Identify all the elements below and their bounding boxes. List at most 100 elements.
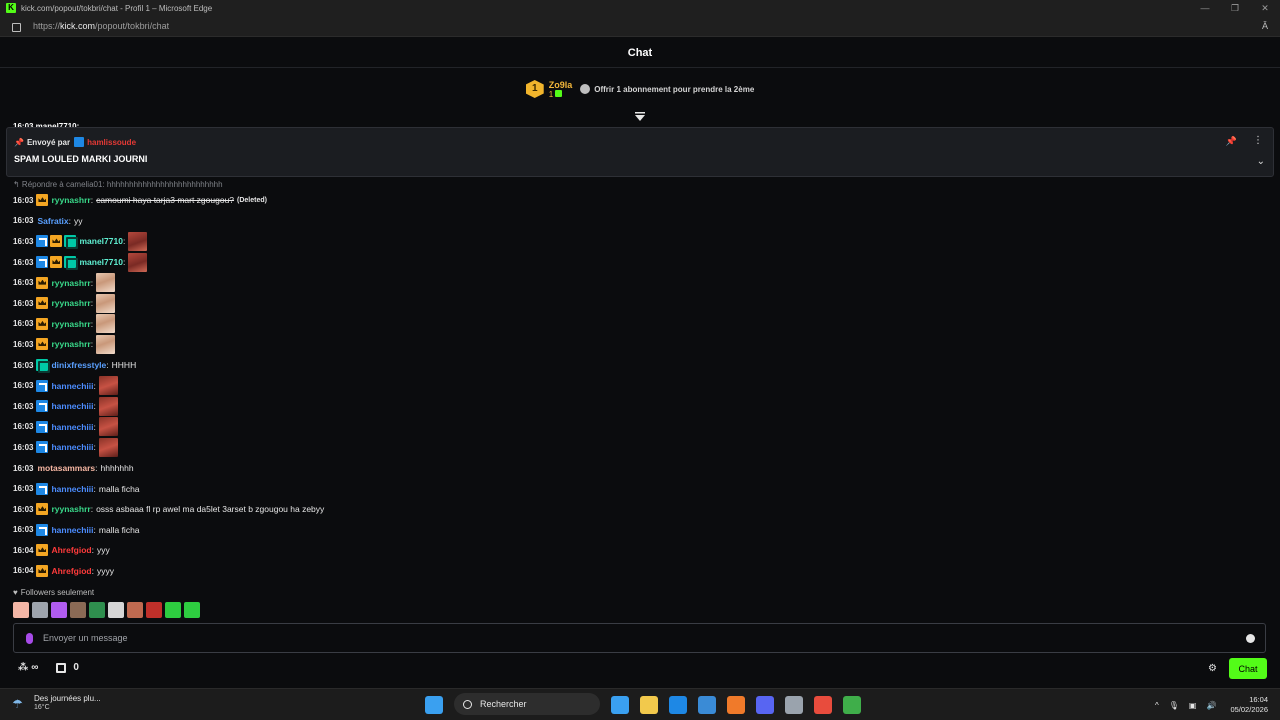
message-username[interactable]: dinixfresstyle xyxy=(51,360,106,370)
crown-badge-icon[interactable] xyxy=(36,503,49,516)
message-input[interactable] xyxy=(43,633,1246,643)
crown-badge-icon[interactable] xyxy=(36,297,49,310)
chat-message[interactable]: 16:03 ryynashrr: xyxy=(13,293,1263,314)
channel-points-icon[interactable] xyxy=(56,662,67,673)
chat-message[interactable]: 16:03 dinixfresstyle: HHHH xyxy=(13,355,1263,376)
reply-context[interactable]: ↰ Répondre à camelia01: hhhhhhhhhhhhhhhh… xyxy=(13,180,223,189)
taskbar-app-icon[interactable] xyxy=(611,696,629,714)
taskbar-app-icon[interactable] xyxy=(843,696,861,714)
start-icon[interactable] xyxy=(425,696,443,714)
chevron-down-icon[interactable]: ⌄ xyxy=(1257,156,1265,167)
message-username[interactable]: hannechiii xyxy=(51,381,93,391)
taskbar-app-icon[interactable] xyxy=(785,696,803,714)
message-username[interactable]: hannechiii xyxy=(51,484,93,494)
mic-icon[interactable] xyxy=(26,632,33,644)
emote-image[interactable] xyxy=(96,293,116,313)
chat-message[interactable]: 16:03 ryynashrr: xyxy=(13,334,1263,355)
verified-badge-icon[interactable] xyxy=(36,420,49,433)
message-username[interactable]: hannechiii xyxy=(51,422,93,432)
chat-message[interactable]: 16:03 hannechiii: malla ficha xyxy=(13,520,1263,541)
chat-message[interactable]: 16:03 hannechiii: xyxy=(13,375,1263,396)
emote-image[interactable] xyxy=(98,376,118,396)
chat-message[interactable]: 16:04 Ahrefgiod: yyyy xyxy=(13,561,1263,582)
emote-image[interactable] xyxy=(98,417,118,437)
crown-badge-icon[interactable] xyxy=(36,194,49,207)
restore-button[interactable]: ❐ xyxy=(1220,0,1250,16)
gift-sub-offer[interactable]: Offrir 1 abonnement pour prendre la 2ème xyxy=(594,85,754,94)
verified-badge-icon[interactable] xyxy=(36,256,49,269)
quick-emote[interactable] xyxy=(108,602,124,618)
message-username[interactable]: ryynashrr xyxy=(51,319,90,329)
emote-image[interactable] xyxy=(96,314,116,334)
sub-leaderboard[interactable]: 1 Zo9la 1 Offrir 1 abonnement pour prend… xyxy=(0,72,1280,106)
gear-icon[interactable]: ⚙ xyxy=(1208,663,1217,674)
message-username[interactable]: Ahrefgiod xyxy=(51,545,91,555)
message-username[interactable]: motasammars xyxy=(37,463,95,473)
crown-badge-icon[interactable] xyxy=(36,544,49,557)
crown-badge-icon[interactable] xyxy=(36,338,49,351)
minimize-button[interactable]: — xyxy=(1190,0,1220,16)
message-username[interactable]: ryynashrr xyxy=(51,339,90,349)
message-username[interactable]: manel7710 xyxy=(79,236,122,246)
chat-message[interactable]: 16:04 Ahrefgiod: yyy xyxy=(13,540,1263,561)
emote-image[interactable] xyxy=(128,252,148,272)
emote-image[interactable] xyxy=(98,437,118,457)
unpin-icon[interactable]: 📌 xyxy=(1226,136,1237,147)
message-username[interactable]: hannechiii xyxy=(51,525,93,535)
chat-message[interactable]: 16:03 hannechiii: malla ficha xyxy=(13,478,1263,499)
og-badge-icon[interactable] xyxy=(36,359,51,374)
users-icon[interactable]: ⁂ xyxy=(18,662,28,673)
message-username[interactable]: hannechiii xyxy=(51,401,93,411)
chat-message[interactable]: 16:03 manel7710: xyxy=(13,252,1263,273)
verified-badge-icon[interactable] xyxy=(36,441,49,454)
quick-emote[interactable] xyxy=(165,602,181,618)
message-username[interactable]: hannechiii xyxy=(51,442,93,452)
taskbar-app-icon[interactable] xyxy=(814,696,832,714)
quick-emote[interactable] xyxy=(89,602,105,618)
verified-badge-icon[interactable] xyxy=(36,379,49,392)
chat-message[interactable]: 16:03 ryynashrr: xyxy=(13,272,1263,293)
quick-emote[interactable] xyxy=(184,602,200,618)
message-username[interactable]: ryynashrr xyxy=(51,195,90,205)
network-icon[interactable]: ▣ xyxy=(1189,701,1197,710)
message-input-box[interactable] xyxy=(13,623,1266,653)
address-bar[interactable]: https://kick.com/popout/tokbri/chat Ă xyxy=(0,16,1280,37)
message-username[interactable]: ryynashrr xyxy=(51,298,90,308)
crown-badge-icon[interactable] xyxy=(36,564,49,577)
message-username[interactable]: ryynashrr xyxy=(51,278,90,288)
send-chat-button[interactable]: Chat xyxy=(1229,658,1267,679)
quick-emote[interactable] xyxy=(32,602,48,618)
clock[interactable]: 16:04 05/02/2026 xyxy=(1230,695,1268,715)
message-username[interactable]: Safratix xyxy=(37,216,68,226)
quick-emote[interactable] xyxy=(146,602,162,618)
quick-emote[interactable] xyxy=(51,602,67,618)
taskbar-search[interactable]: Rechercher xyxy=(454,693,600,715)
chat-message[interactable]: 16:03 motasammars: hhhhhhh xyxy=(13,458,1263,479)
read-aloud-icon[interactable]: Ă xyxy=(1262,21,1268,31)
pinned-sender-username[interactable]: hamlissoude xyxy=(87,138,136,147)
chat-message[interactable]: 16:03 ryynashrr: camoumi haya tarja3 mart … xyxy=(13,190,1263,211)
crown-badge-icon[interactable] xyxy=(36,317,49,330)
taskbar-app-icon[interactable] xyxy=(669,696,687,714)
crown-badge-icon[interactable] xyxy=(36,276,49,289)
chevron-up-icon[interactable]: ^ xyxy=(1155,701,1159,710)
emote-image[interactable] xyxy=(96,334,116,354)
verified-badge-icon[interactable] xyxy=(36,235,49,248)
chat-message[interactable]: 16:03 ryynashrr: osss asbaaa fl rp awel ma… xyxy=(13,499,1263,520)
og-badge-icon[interactable] xyxy=(64,235,79,250)
chat-message[interactable]: 16:03 hannechiii: xyxy=(13,417,1263,438)
quick-emote[interactable] xyxy=(13,602,29,618)
taskbar-app-icon[interactable] xyxy=(640,696,658,714)
gift-sub-icon[interactable] xyxy=(580,84,591,94)
emote-image[interactable] xyxy=(98,396,118,416)
quick-emote[interactable] xyxy=(127,602,143,618)
message-username[interactable]: manel7710 xyxy=(79,257,122,267)
chat-message[interactable]: 16:03 manel7710: xyxy=(13,231,1263,252)
verified-badge-icon[interactable] xyxy=(36,523,49,536)
verified-badge-icon[interactable] xyxy=(36,482,49,495)
mic-tray-icon[interactable]: 🎙 xyxy=(1169,701,1179,710)
chat-message[interactable]: 16:03 Safratix: yy xyxy=(13,211,1263,232)
chat-message[interactable]: 16:03 hannechiii: xyxy=(13,396,1263,417)
url-text[interactable]: https://kick.com/popout/tokbri/chat xyxy=(33,21,169,31)
collapse-arrow-icon[interactable] xyxy=(634,112,646,122)
